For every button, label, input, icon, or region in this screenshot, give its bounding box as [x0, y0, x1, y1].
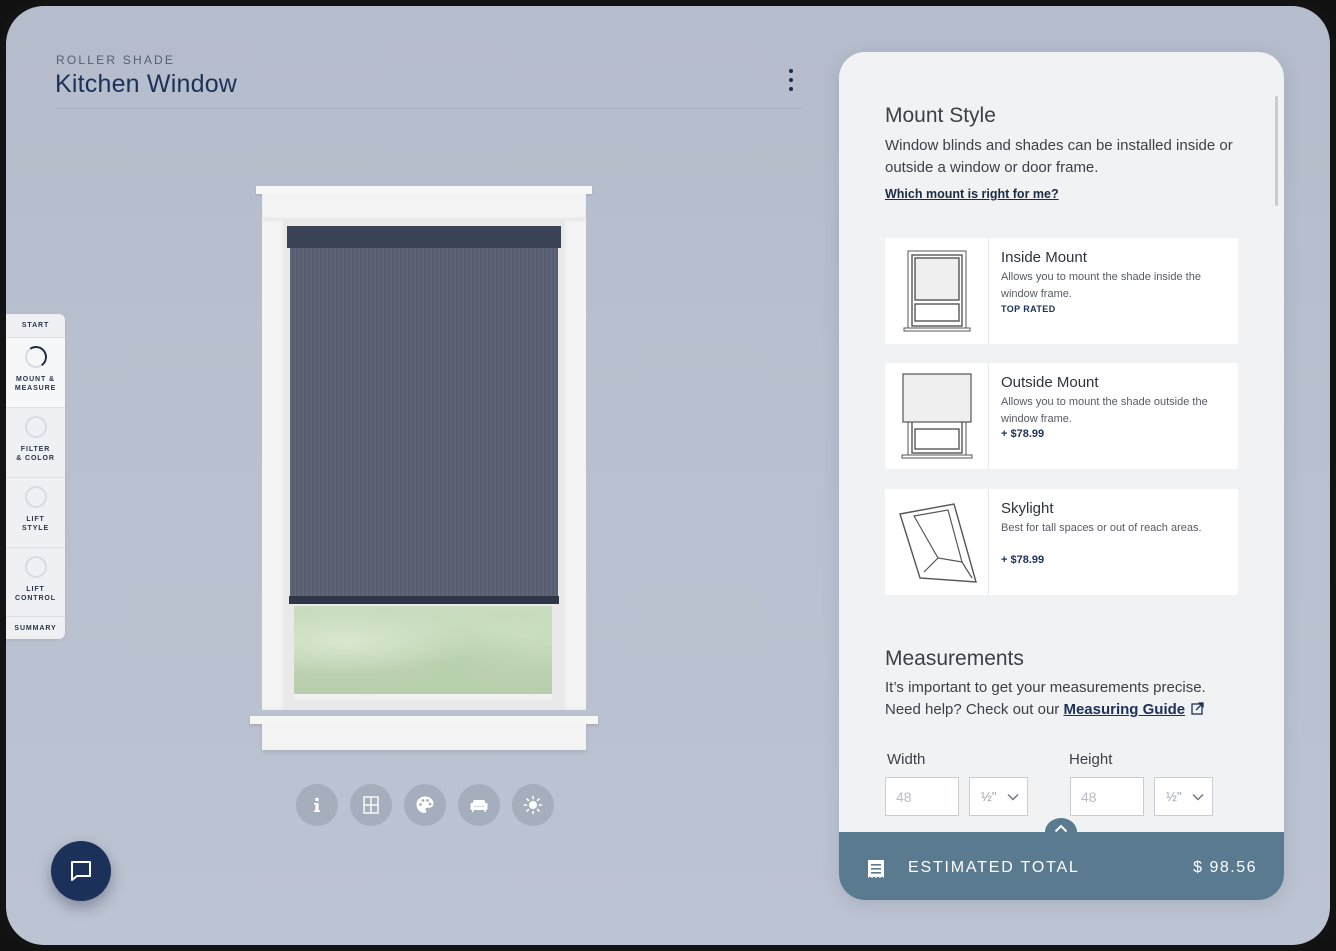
sofa-icon[interactable]: [458, 784, 500, 826]
step-start[interactable]: START: [6, 314, 65, 338]
palette-icon[interactable]: [404, 784, 446, 826]
external-link-icon[interactable]: [1191, 702, 1204, 715]
step-label: START: [21, 322, 50, 329]
mount-style-title: Mount Style: [885, 104, 996, 127]
height-fraction-select[interactable]: ½": [1154, 777, 1213, 816]
window-casing-left: [262, 220, 286, 710]
progress-ring-icon: [22, 344, 49, 370]
step-label: LIFT STYLE: [21, 516, 50, 532]
window-sill: [250, 716, 598, 724]
preview-toolbar: [296, 784, 554, 826]
page-title[interactable]: Kitchen Window: [55, 70, 237, 99]
skylight-thumbnail: [885, 489, 989, 595]
height-fraction-value: ½": [1166, 789, 1182, 804]
device-frame: ROLLER SHADE Kitchen Window START MOUNT …: [0, 0, 1336, 951]
window-sash: [294, 694, 552, 700]
measurements-description-line2: Need help? Check out our: [885, 701, 1064, 718]
inside-mount-thumbnail: [885, 238, 989, 344]
inside-mount-option[interactable]: Inside Mount Allows you to mount the sha…: [885, 238, 1238, 344]
width-input[interactable]: [885, 777, 959, 816]
mount-style-description: Window blinds and shades can be installe…: [885, 137, 1233, 176]
measurements-description: It’s important to get your measurements …: [885, 677, 1265, 721]
height-input[interactable]: [1070, 777, 1144, 816]
step-mount-measure[interactable]: MOUNT & MEASURE: [6, 338, 65, 408]
receipt-icon: [868, 860, 884, 878]
chevron-down-icon: [1192, 793, 1204, 800]
estimated-total-label: ESTIMATED TOTAL: [908, 859, 1080, 876]
step-label: FILTER & COLOR: [16, 446, 55, 462]
shade-cassette: [287, 226, 561, 248]
sun-icon[interactable]: [512, 784, 554, 826]
option-description: Allows you to mount the shade outside th…: [1001, 396, 1208, 425]
panel-scrollbar[interactable]: [1275, 96, 1278, 206]
step-lift-style[interactable]: LIFT STYLE: [6, 478, 65, 548]
outside-mount-option[interactable]: Outside Mount Allows you to mount the sh…: [885, 363, 1238, 469]
chat-bubble-icon: [71, 861, 91, 881]
width-fraction-value: ½": [981, 789, 997, 804]
shade-preview: [250, 186, 598, 750]
top-rated-badge: TOP RATED: [1001, 304, 1056, 314]
width-label: Width: [887, 751, 926, 768]
step-lift-control[interactable]: LIFT CONTROL: [6, 548, 65, 617]
progress-ring-icon: [24, 486, 47, 508]
step-label: LIFT CONTROL: [15, 586, 56, 602]
progress-ring-icon: [24, 416, 47, 438]
measuring-guide-link[interactable]: Measuring Guide: [1063, 701, 1185, 718]
option-price: + $78.99: [1001, 554, 1045, 566]
step-label: SUMMARY: [14, 624, 57, 632]
step-filter-color[interactable]: FILTER & COLOR: [6, 408, 65, 478]
product-type-label: ROLLER SHADE: [56, 53, 176, 67]
window-glass-view: [294, 606, 552, 694]
option-description: Best for tall spaces or out of reach are…: [1001, 522, 1202, 534]
configuration-panel: Mount Style Window blinds and shades can…: [839, 52, 1284, 900]
window-casing-right: [562, 220, 586, 710]
width-fraction-select[interactable]: ½": [969, 777, 1028, 816]
measurements-title: Measurements: [885, 647, 1024, 670]
app-screen: ROLLER SHADE Kitchen Window START MOUNT …: [6, 6, 1330, 945]
mount-help-link[interactable]: Which mount is right for me?: [885, 187, 1059, 201]
step-label: MOUNT & MEASURE: [14, 376, 57, 392]
window-head-board: [262, 194, 586, 220]
chevron-down-icon: [1007, 793, 1019, 800]
skylight-option[interactable]: Skylight Best for tall spaces or out of …: [885, 489, 1238, 595]
window-apron: [262, 724, 586, 750]
option-description: Allows you to mount the shade inside the…: [1001, 271, 1201, 300]
kebab-menu-icon[interactable]: [782, 66, 800, 94]
progress-ring-icon: [24, 556, 47, 578]
window-pane-icon[interactable]: [350, 784, 392, 826]
step-summary[interactable]: SUMMARY: [6, 617, 65, 639]
option-name: Skylight: [1001, 500, 1054, 517]
window-head-trim: [256, 186, 592, 194]
option-name: Outside Mount: [1001, 374, 1099, 391]
progress-steps: START MOUNT & MEASURE FILTER & COLOR LIF…: [6, 314, 65, 639]
outside-mount-thumbnail: [885, 363, 989, 469]
header-divider: [56, 108, 801, 109]
chat-button[interactable]: [51, 841, 111, 901]
shade-hembar: [289, 596, 559, 604]
estimated-total-value: $ 98.56: [1193, 859, 1257, 876]
height-label: Height: [1069, 751, 1113, 768]
shade-fabric: [290, 248, 558, 598]
option-price: + $78.99: [1001, 428, 1045, 440]
measurements-description-line1: It’s important to get your measurements …: [885, 679, 1206, 696]
info-icon[interactable]: [296, 784, 338, 826]
option-name: Inside Mount: [1001, 249, 1087, 266]
